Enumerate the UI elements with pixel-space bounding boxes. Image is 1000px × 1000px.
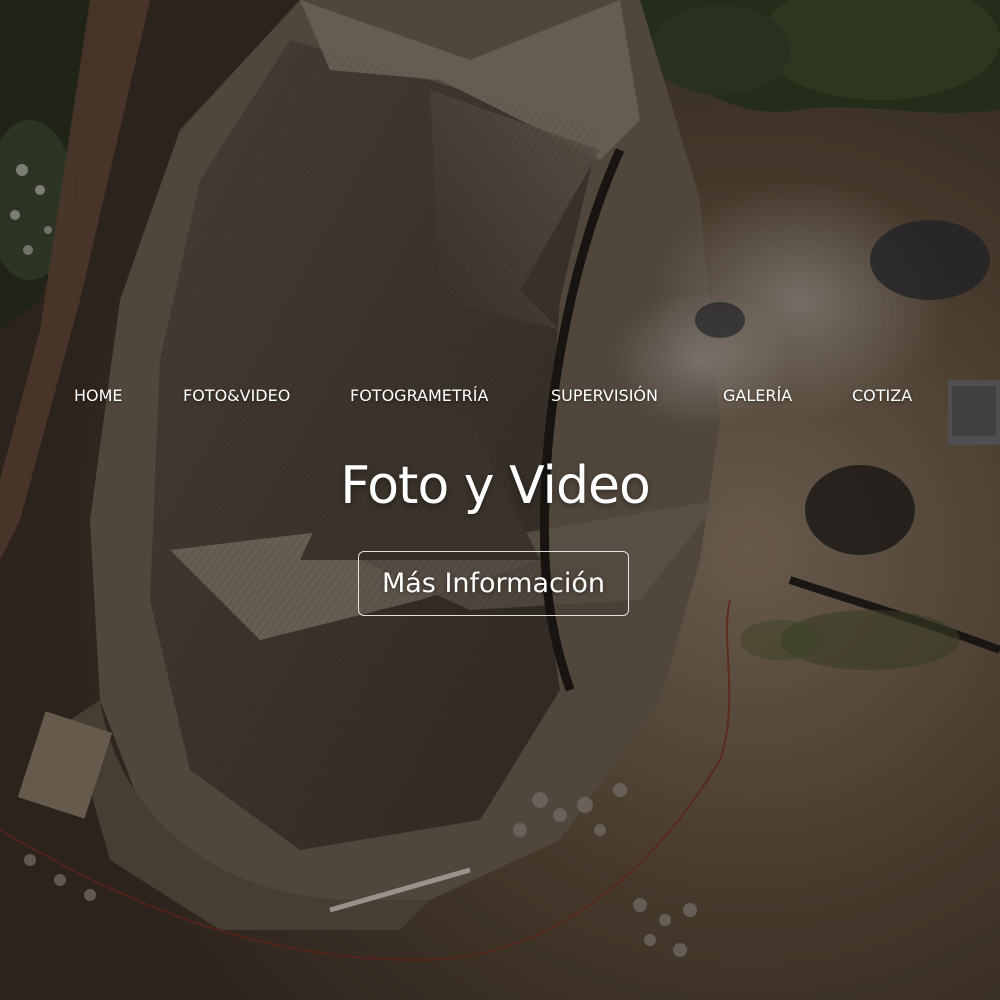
nav-item-galeria[interactable]: GALERÍA <box>723 386 792 405</box>
nav-item-home[interactable]: HOME <box>74 386 123 405</box>
nav-item-cotiza[interactable]: COTIZA <box>852 386 912 405</box>
more-info-button[interactable]: Más Información <box>358 551 629 616</box>
main-navigation: HOME FOTO&VIDEO FOTOGRAMETRÍA SUPERVISIÓ… <box>0 386 1000 412</box>
nav-item-supervision[interactable]: SUPERVISIÓN <box>551 386 658 405</box>
hero-title: Foto y Video <box>340 456 651 516</box>
nav-item-foto-video[interactable]: FOTO&VIDEO <box>183 386 290 405</box>
nav-item-fotogrametria[interactable]: FOTOGRAMETRÍA <box>350 386 488 405</box>
hero-section: HOME FOTO&VIDEO FOTOGRAMETRÍA SUPERVISIÓ… <box>0 0 1000 1000</box>
